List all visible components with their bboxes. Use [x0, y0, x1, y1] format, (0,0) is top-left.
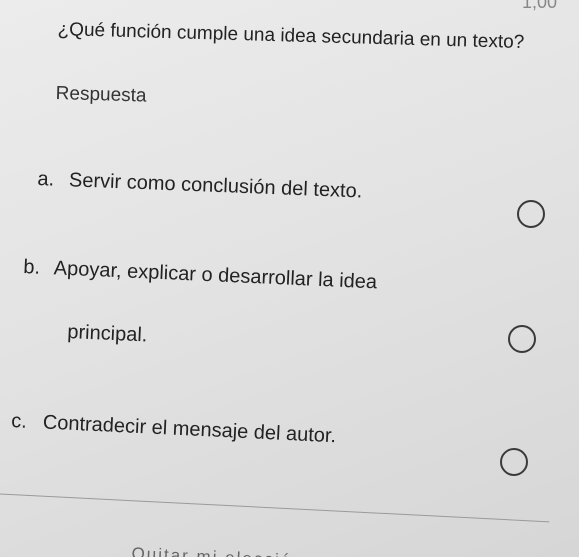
option-b-text-continued: principal.: [66, 320, 148, 347]
option-b-text: Apoyar, explicar o desarrollar la idea: [53, 257, 378, 294]
answer-heading: Respuesta: [55, 83, 147, 107]
divider: [0, 493, 550, 523]
option-c-radio[interactable]: [500, 448, 528, 476]
option-a-radio[interactable]: [517, 200, 545, 228]
option-b-letter: b.: [22, 255, 41, 279]
quiz-page: 1,00 ¿Qué función cumple una idea secund…: [0, 0, 579, 557]
clear-choice-button[interactable]: Quitar mi elección: [131, 544, 304, 557]
score-label: 1,00: [521, 0, 557, 12]
option-a-letter: a.: [37, 167, 55, 191]
option-b[interactable]: b. Apoyar, explicar o desarrollar la ide…: [23, 253, 378, 296]
option-b-radio[interactable]: [508, 325, 536, 353]
question-text: ¿Qué función cumple una idea secundaria …: [57, 18, 525, 54]
option-a[interactable]: a. Servir como conclusión del texto.: [37, 165, 363, 205]
option-c-letter: c.: [10, 409, 28, 433]
option-a-text: Servir como conclusión del texto.: [68, 169, 363, 203]
option-c[interactable]: c. Contradecir el mensaje del autor.: [11, 407, 337, 450]
option-c-text: Contradecir el mensaje del autor.: [42, 411, 337, 448]
